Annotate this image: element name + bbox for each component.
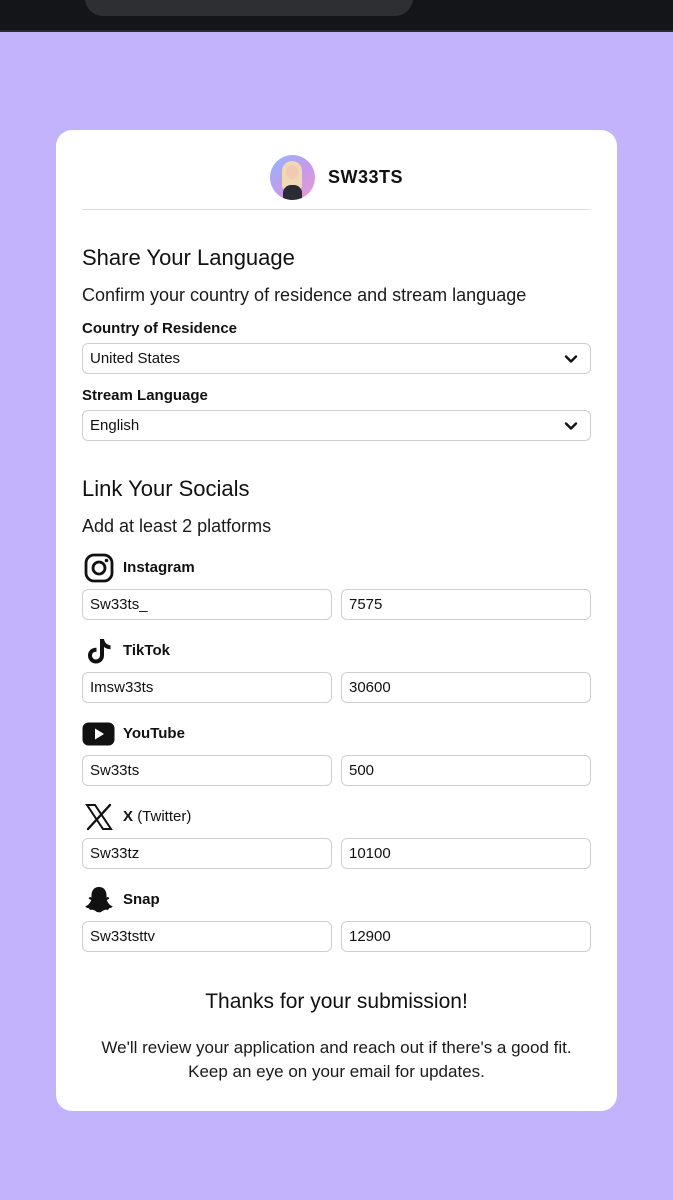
youtube-subscribers-input[interactable]: 500 <box>341 755 591 786</box>
country-label: Country of Residence <box>82 320 238 337</box>
platform-name: Instagram <box>123 559 195 576</box>
x-icon <box>82 802 115 832</box>
address-bar[interactable] <box>85 0 413 16</box>
socials-section-subtitle: Add at least 2 platforms <box>82 516 272 536</box>
tiktok-handle-input[interactable]: Imsw33ts <box>82 672 332 703</box>
x-handle-input[interactable]: Sw33tz <box>82 838 332 869</box>
instagram-followers-input[interactable]: 7575 <box>341 589 591 620</box>
browser-top-bar <box>0 0 673 32</box>
platform-x: X (Twitter) Sw33tz 10100 <box>82 802 591 874</box>
confirmation-message: We'll review your application and reach … <box>101 1038 572 1081</box>
language-value: English <box>90 417 140 434</box>
snapchat-icon <box>82 885 115 915</box>
application-card: SW33TS Share Your Language Confirm your … <box>56 130 617 1111</box>
chevron-down-icon <box>564 355 578 363</box>
youtube-handle-input[interactable]: Sw33ts <box>82 755 332 786</box>
socials-section-title: Link Your Socials <box>82 476 250 501</box>
tiktok-followers-input[interactable]: 30600 <box>341 672 591 703</box>
confirmation-title: Thanks for your submission! <box>205 990 468 1013</box>
platform-name: YouTube <box>123 725 185 742</box>
x-followers-input[interactable]: 10100 <box>341 838 591 869</box>
username: SW33TS <box>328 167 404 187</box>
youtube-icon <box>82 719 115 749</box>
country-select[interactable]: United States <box>82 343 591 374</box>
snap-followers-input[interactable]: 12900 <box>341 921 591 952</box>
language-section-title: Share Your Language <box>82 245 295 270</box>
platform-name: Snap <box>123 891 160 908</box>
platform-instagram: Instagram Sw33ts_ 7575 <box>82 553 591 625</box>
language-select[interactable]: English <box>82 410 591 441</box>
language-label: Stream Language <box>82 387 208 404</box>
platform-tiktok: TikTok Imsw33ts 30600 <box>82 636 591 708</box>
profile-header: SW33TS <box>82 155 591 210</box>
language-section-subtitle: Confirm your country of residence and st… <box>82 285 527 305</box>
instagram-handle-input[interactable]: Sw33ts_ <box>82 589 332 620</box>
platform-name: X (Twitter) <box>123 808 192 825</box>
chevron-down-icon <box>564 422 578 430</box>
snap-handle-input[interactable]: Sw33tsttv <box>82 921 332 952</box>
platform-youtube: YouTube Sw33ts 500 <box>82 719 591 791</box>
country-value: United States <box>90 350 181 367</box>
tiktok-icon <box>82 636 115 666</box>
avatar <box>270 155 315 200</box>
platform-snap: Snap Sw33tsttv 12900 <box>82 885 591 957</box>
platform-name: TikTok <box>123 642 170 659</box>
instagram-icon <box>82 553 115 583</box>
